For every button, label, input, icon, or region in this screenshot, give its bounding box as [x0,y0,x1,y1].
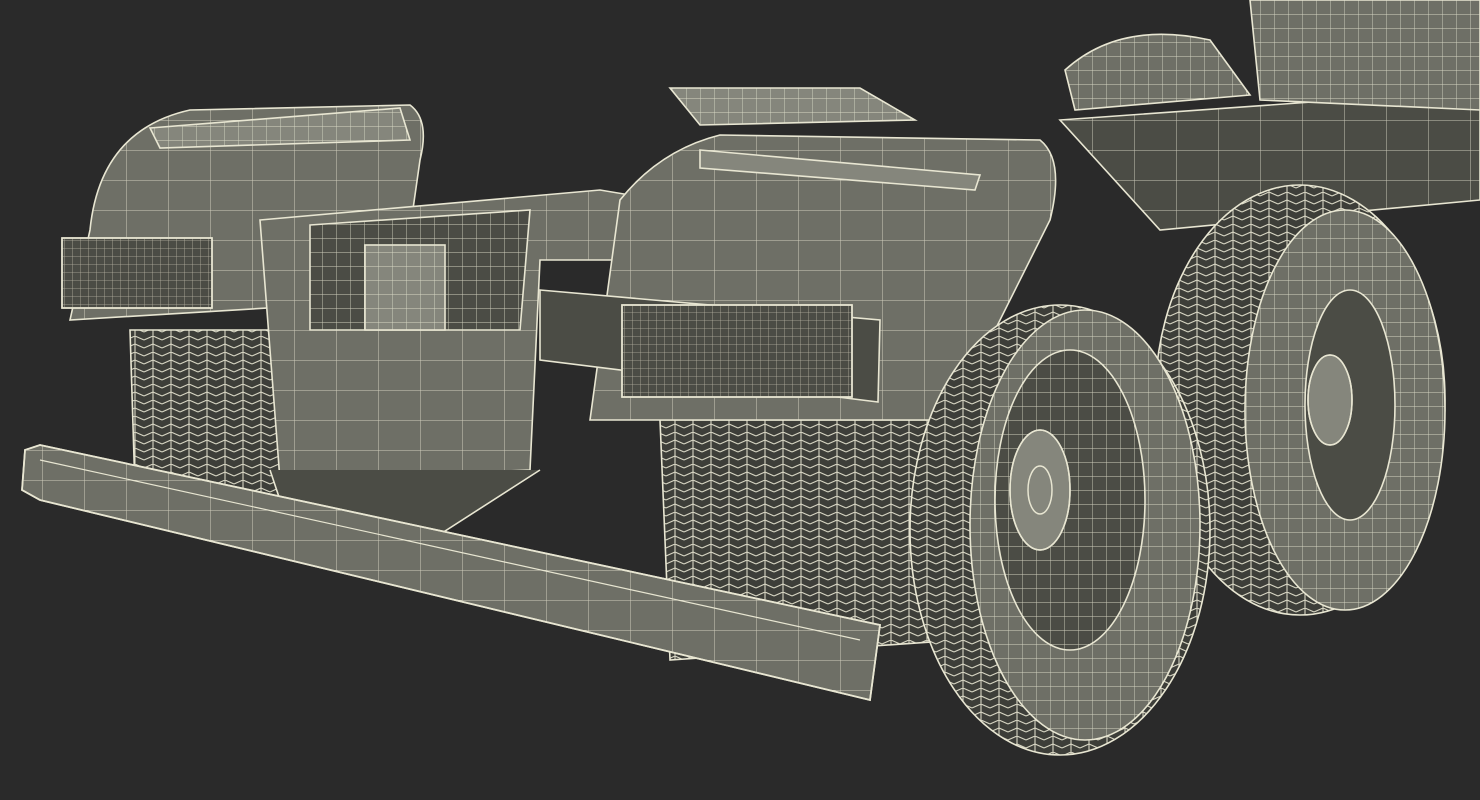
wireframe-render [0,0,1480,800]
rear-wheel-near [909,304,1211,756]
render-viewport [0,0,1480,800]
tail-lamp-left [61,237,213,309]
